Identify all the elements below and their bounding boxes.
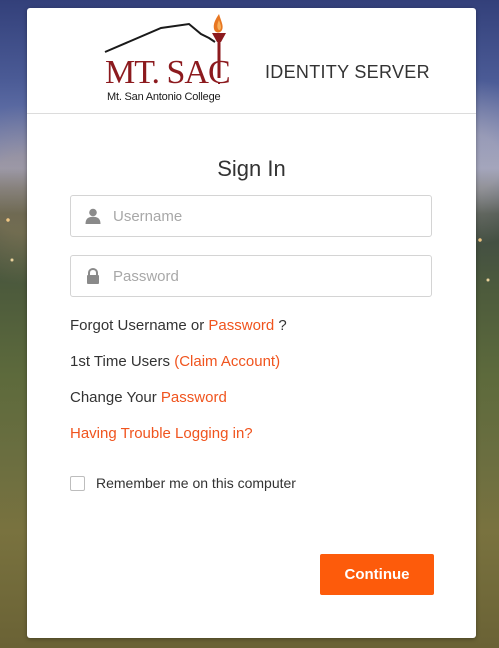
forgot-prefix: Forgot Username or — [70, 317, 205, 334]
forgot-suffix: ? — [278, 317, 287, 334]
change-password-line: Change Your Password — [70, 389, 227, 406]
logo-subtitle: Mt. San Antonio College — [107, 91, 221, 103]
lock-icon — [87, 268, 99, 284]
logo-wordmark: MT. SAC — [105, 54, 231, 91]
remember-me-checkbox[interactable] — [70, 475, 85, 491]
forgot-line: Forgot Username or Password ? — [70, 317, 287, 334]
remember-me-label: Remember me on this computer — [96, 475, 296, 491]
remember-me[interactable]: Remember me on this computer — [70, 474, 296, 492]
forgot-password-link[interactable]: Password — [208, 317, 274, 334]
mt-sac-logo: MT. SAC Mt. San Antonio College — [101, 12, 243, 104]
username-field[interactable] — [70, 195, 432, 237]
user-icon — [85, 208, 101, 224]
card-header: MT. SAC Mt. San Antonio College IDENTITY… — [27, 8, 476, 114]
change-password-link[interactable]: Password — [161, 389, 227, 406]
change-prefix: Change Your — [70, 389, 157, 406]
page-title: Sign In — [217, 156, 286, 181]
first-time-line: 1st Time Users (Claim Account) — [70, 353, 280, 370]
username-input[interactable] — [113, 196, 423, 236]
password-field[interactable] — [70, 255, 432, 297]
trouble-line: Having Trouble Logging in? — [70, 425, 253, 442]
password-input[interactable] — [113, 256, 423, 296]
continue-button[interactable]: Continue — [320, 554, 434, 595]
login-card: MT. SAC Mt. San Antonio College IDENTITY… — [27, 8, 476, 638]
header-title: IDENTITY SERVER — [265, 62, 430, 82]
first-time-prefix: 1st Time Users — [70, 353, 171, 370]
trouble-logging-in-link[interactable]: Having Trouble Logging in? — [70, 425, 253, 442]
claim-account-link[interactable]: (Claim Account) — [174, 353, 280, 370]
